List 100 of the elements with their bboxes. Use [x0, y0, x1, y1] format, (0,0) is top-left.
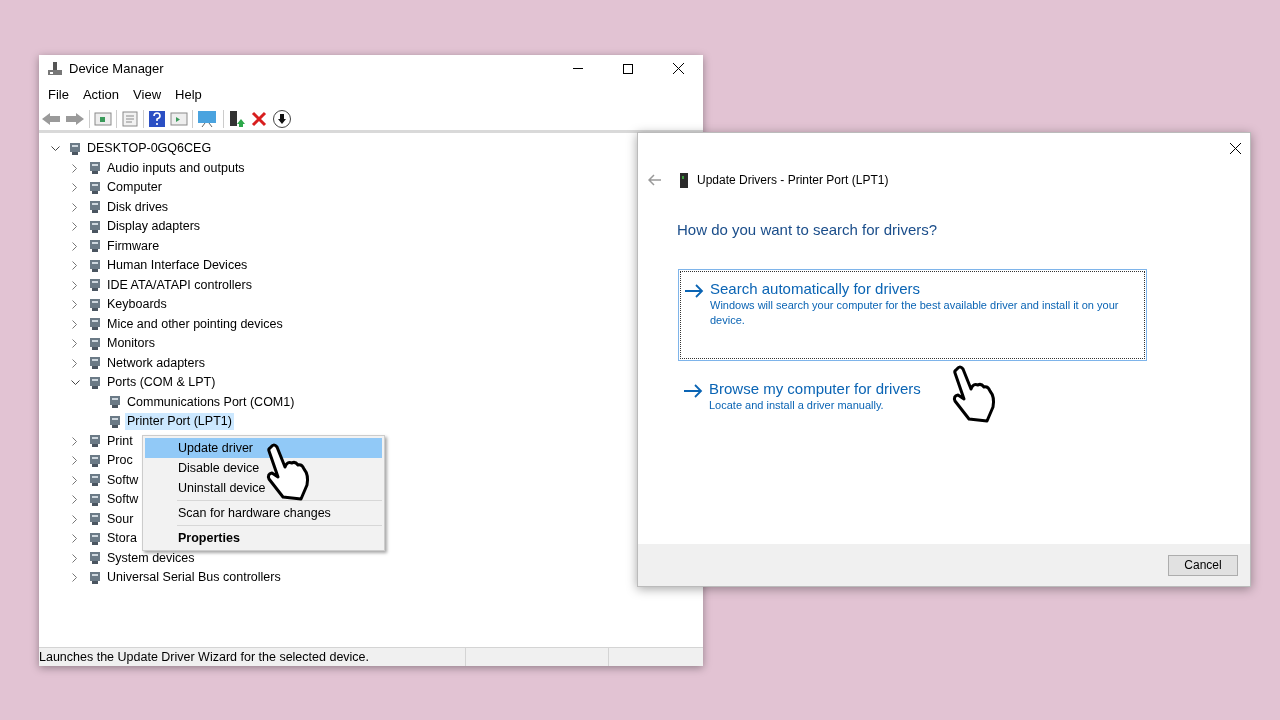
device-icon [87, 199, 103, 216]
tree-item[interactable]: Communications Port (COM1) [125, 393, 297, 411]
expand-chevron-icon[interactable] [72, 183, 78, 193]
expand-chevron-icon[interactable] [72, 456, 78, 466]
expand-chevron-icon[interactable] [72, 202, 78, 212]
tree-item[interactable]: Softw [105, 471, 141, 489]
tree-item[interactable]: IDE ATA/ATAPI controllers [105, 276, 254, 294]
menu-item[interactable]: View [126, 85, 169, 105]
maximize-icon [623, 63, 633, 74]
expand-chevron-icon[interactable] [72, 261, 78, 271]
tree-item[interactable]: Universal Serial Bus controllers [105, 569, 283, 587]
device-icon [87, 569, 103, 586]
forward-icon[interactable] [65, 111, 85, 127]
cancel-button[interactable]: Cancel [1168, 554, 1238, 576]
expand-chevron-icon[interactable] [72, 300, 78, 310]
minimize-icon [573, 68, 583, 69]
tree-item[interactable]: Print [105, 432, 135, 450]
tree-item[interactable]: Stora [105, 530, 139, 548]
tree-view-icon[interactable] [94, 111, 112, 127]
device-icon [87, 550, 103, 567]
expand-chevron-icon[interactable] [72, 241, 78, 251]
tree-item[interactable]: Network adapters [105, 354, 207, 372]
device-icon [87, 472, 103, 489]
arrow-icon [684, 284, 704, 298]
tree-item[interactable]: Monitors [105, 335, 157, 353]
option-description: Windows will search your computer for the best available driver and install it on your device. [710, 298, 1120, 328]
menu-item[interactable]: Help [168, 85, 209, 105]
action-view-icon[interactable] [170, 111, 188, 127]
dialog-heading: How do you want to search for drivers? [677, 220, 938, 240]
tree-item[interactable]: Human Interface Devices [105, 257, 250, 275]
expand-chevron-icon[interactable] [72, 553, 78, 563]
tree-item[interactable]: Audio inputs and outputs [105, 159, 247, 177]
option-link[interactable]: Browse my computer for drivers Locate and install a driver manually. [678, 368, 1147, 413]
expand-chevron-icon[interactable] [72, 573, 78, 583]
expand-chevron-icon[interactable] [72, 339, 78, 349]
help-icon[interactable] [148, 110, 166, 128]
tree-item[interactable]: Display adapters [105, 218, 203, 236]
device-icon [87, 335, 103, 352]
tree-item[interactable]: Softw [105, 491, 141, 509]
uninstall-icon[interactable] [250, 110, 268, 128]
close-icon[interactable] [1230, 143, 1241, 154]
collapse-chevron-icon[interactable] [50, 145, 60, 152]
tree-item[interactable]: Ports (COM & LPT) [105, 374, 218, 392]
expand-chevron-icon[interactable] [72, 495, 78, 505]
option-link[interactable]: Search automatically for drivers Windows will search your computer for the best available driver and install it on your device. [678, 269, 1147, 361]
expand-chevron-icon[interactable] [72, 319, 78, 329]
device-icon [107, 413, 123, 430]
status-text: Launches the Update Driver Wizard for the selected device. [39, 648, 466, 666]
back-arrow-icon[interactable] [648, 174, 662, 186]
tree-item[interactable]: Firmware [105, 237, 162, 255]
expand-chevron-icon[interactable] [72, 163, 78, 173]
device-icon [87, 491, 103, 508]
expand-chevron-icon[interactable] [72, 534, 78, 544]
context-menu-item[interactable]: Disable device [145, 458, 382, 478]
back-icon[interactable] [41, 111, 61, 127]
arrow-icon [683, 384, 703, 398]
collapse-chevron-icon[interactable] [70, 379, 80, 386]
device-icon [87, 530, 103, 547]
context-menu-item[interactable]: Uninstall device [145, 478, 382, 498]
expand-chevron-icon[interactable] [72, 514, 78, 524]
device-icon [87, 296, 103, 313]
tree-item[interactable]: DESKTOP-0GQ6CEG [85, 140, 214, 158]
device-icon [107, 394, 123, 411]
option-title: Browse my computer for drivers [709, 380, 921, 398]
update-driver-icon[interactable] [228, 110, 246, 128]
tree-item[interactable]: Proc [105, 452, 135, 470]
device-icon [87, 355, 103, 372]
hand-cursor-icon [265, 443, 311, 501]
device-icon [87, 160, 103, 177]
tree-item[interactable]: Sour [105, 510, 136, 528]
option-description: Locate and install a driver manually. [709, 398, 885, 413]
context-menu-item[interactable]: Scan for hardware changes [145, 503, 382, 523]
menu-item[interactable]: File [41, 85, 76, 105]
expand-chevron-icon[interactable] [72, 436, 78, 446]
context-menu-item[interactable]: Properties [145, 528, 382, 548]
device-icon [87, 433, 103, 450]
window-title: Device Manager [69, 59, 164, 78]
expand-chevron-icon[interactable] [72, 222, 78, 232]
tree-item[interactable]: Printer Port (LPT1) [125, 413, 234, 431]
device-icon [87, 218, 103, 235]
tree-item[interactable]: Computer [105, 179, 164, 197]
device-icon [87, 277, 103, 294]
device-icon [87, 374, 103, 391]
menu-item[interactable]: Action [75, 85, 127, 105]
hand-cursor-icon [951, 365, 997, 423]
option-title: Search automatically for drivers [710, 280, 922, 298]
expand-chevron-icon[interactable] [72, 280, 78, 290]
expand-chevron-icon[interactable] [72, 358, 78, 368]
printer-port-icon [680, 172, 688, 188]
device-icon [87, 238, 103, 255]
tree-item[interactable]: Mice and other pointing devices [105, 315, 285, 333]
tree-item[interactable]: Keyboards [105, 296, 169, 314]
expand-chevron-icon[interactable] [72, 475, 78, 485]
context-menu-item[interactable]: Update driver [145, 438, 382, 458]
disable-icon[interactable] [272, 109, 292, 129]
device-icon [87, 452, 103, 469]
tree-item[interactable]: System devices [105, 549, 197, 567]
device-icon [87, 179, 103, 196]
monitor-scan-icon[interactable] [197, 110, 219, 128]
tree-item[interactable]: Disk drives [105, 198, 171, 216]
